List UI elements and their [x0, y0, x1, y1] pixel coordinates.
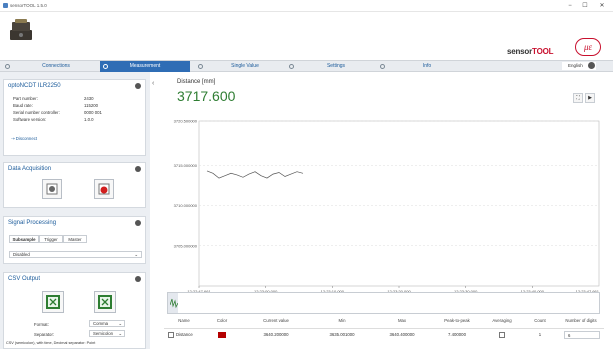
record-button[interactable] — [94, 179, 114, 199]
overview-signal — [170, 298, 178, 309]
baud-rate-label: Baud rate: — [13, 103, 33, 108]
y-tick-label: 3705.000000 — [174, 243, 198, 248]
tab-settings[interactable]: Settings — [296, 61, 376, 72]
record-icon — [98, 183, 110, 195]
tab-subsample[interactable]: Subsample — [9, 235, 39, 243]
min-value-cell: 3635.001000 — [329, 332, 355, 337]
tab-measurement[interactable]: Measurement — [100, 61, 190, 72]
export-csv-button[interactable] — [42, 291, 64, 313]
digits-spinbox[interactable]: 6 — [564, 331, 600, 339]
signal-tabs: Subsample Trigger Master — [9, 235, 142, 243]
visibility-checkbox[interactable] — [168, 332, 174, 338]
header-divider — [164, 328, 604, 329]
minimize-button[interactable]: − — [563, 2, 577, 10]
chevron-down-icon: ⌄ — [134, 252, 138, 257]
collapse-panel-icon[interactable]: ‹ — [152, 80, 160, 88]
sensor-settings-icon[interactable] — [135, 83, 141, 89]
y-tick-label: 3710.000000 — [174, 203, 198, 208]
disconnect-link[interactable]: ⇢ Disconnect — [11, 136, 37, 142]
y-tick-label: 3715.000000 — [174, 163, 198, 168]
col-p2p: Peak-to-peak — [444, 318, 470, 323]
micro-epsilon-logo: με — [575, 38, 601, 56]
separator-label: Separator: — [34, 332, 55, 337]
csv-settings-icon[interactable] — [135, 276, 141, 282]
start-acquisition-button[interactable] — [42, 179, 62, 199]
col-max: Max — [397, 318, 407, 323]
baud-rate-value: 115200 — [84, 103, 99, 108]
signal-processing-card: Signal Processing Subsample Trigger Mast… — [3, 216, 146, 264]
format-select[interactable]: Comma ⌄ — [89, 320, 125, 327]
series-color-swatch[interactable] — [218, 332, 226, 338]
tab-info[interactable]: Info — [387, 61, 467, 72]
part-number-value: 2430 — [84, 96, 94, 101]
settings-icon — [289, 64, 294, 69]
acquisition-settings-icon[interactable] — [135, 166, 141, 172]
gear-icon[interactable] — [588, 62, 595, 69]
data-acquisition-title: Data Acquisition — [8, 166, 52, 172]
brand-logo: sensorTOOL — [507, 47, 554, 56]
chevron-down-icon: ⌄ — [118, 321, 122, 326]
current-value-display: 3717.600 — [177, 88, 236, 104]
tab-single-value[interactable]: Single Value — [205, 61, 285, 72]
separator-select[interactable]: Semicolon ⌄ — [89, 330, 125, 337]
p2p-value-cell: 7.400000 — [448, 332, 466, 337]
col-min: Min — [338, 318, 346, 323]
col-averaging: Averaging — [492, 318, 512, 323]
measurement-icon — [103, 64, 108, 69]
sensor-device-image — [10, 19, 32, 40]
sensor-card: optoNCDT ILR2250 Part number: 2430 Baud … — [3, 79, 146, 156]
row-name: Distance — [176, 332, 193, 337]
serial-number-label: Serial number controller: — [13, 110, 60, 115]
data-acquisition-card: Data Acquisition — [3, 162, 146, 208]
serial-number-value: 0000 001 — [84, 110, 102, 115]
window-title: sensorTOOL 1.5.0 — [10, 3, 47, 8]
play-pause-button[interactable]: ▶ — [585, 93, 595, 103]
sensor-name: optoNCDT ILR2250 — [8, 83, 61, 89]
col-name: Name — [178, 318, 190, 323]
spreadsheet-icon — [98, 295, 112, 309]
signal-settings-icon[interactable] — [135, 220, 141, 226]
format-label: Format: — [34, 322, 49, 327]
y-tick-label: 3720.500000 — [174, 119, 198, 124]
maximize-button[interactable]: ☐ — [578, 2, 592, 10]
plot-frame — [198, 120, 600, 287]
window-titlebar: sensorTOOL 1.5.0 − ☐ ✕ — [0, 0, 613, 12]
close-button[interactable]: ✕ — [595, 2, 609, 10]
single-value-icon — [198, 64, 203, 69]
software-version-label: Software version: — [13, 117, 47, 122]
statistics-table: Name Color Current value Min Max Peak-to… — [164, 318, 604, 349]
export-csv-all-button[interactable] — [94, 291, 116, 313]
connections-icon — [5, 64, 10, 69]
chart-title: Distance [mm] — [177, 79, 216, 85]
csv-summary: CSV (semicolon), with time, Decimal sepa… — [6, 341, 96, 345]
signal-processing-title: Signal Processing — [8, 220, 57, 226]
app-icon — [3, 3, 8, 8]
signal-mode-select[interactable]: Disabled ⌄ — [9, 251, 142, 258]
tab-connections[interactable]: Connections — [12, 61, 100, 72]
col-count: Count — [534, 318, 546, 323]
chevron-down-icon: ⌄ — [118, 331, 122, 336]
distance-chart[interactable]: 3720.500000 3715.000000 3710.000000 3705.00… — [163, 105, 608, 295]
info-icon — [380, 64, 385, 69]
col-digits: Number of digits — [565, 318, 597, 323]
current-value-cell: 3640.200000 — [263, 332, 289, 337]
zoom-fit-button[interactable]: ⛶ — [573, 93, 583, 103]
row-name-cell[interactable]: Distance — [166, 332, 204, 338]
col-current: Current value — [263, 318, 289, 323]
tab-master[interactable]: Master — [63, 235, 87, 243]
spreadsheet-icon — [46, 295, 60, 309]
csv-output-title: CSV Output — [8, 276, 41, 282]
time-overview-scrollbar[interactable] — [167, 292, 600, 314]
max-value-cell: 3640.400000 — [389, 332, 415, 337]
csv-output-card: CSV Output Format: Comma ⌄ Separator: Sem… — [3, 272, 146, 349]
main-nav: Connections Measurement Single Value Set… — [0, 60, 613, 72]
part-number-label: Part number: — [13, 96, 38, 101]
col-color: Color — [216, 318, 228, 323]
averaging-checkbox[interactable] — [499, 332, 505, 338]
software-version-value: 1.0.0 — [84, 117, 94, 122]
play-icon — [46, 183, 58, 195]
tab-trigger[interactable]: Trigger — [39, 235, 63, 243]
count-cell: 1 — [538, 332, 542, 337]
